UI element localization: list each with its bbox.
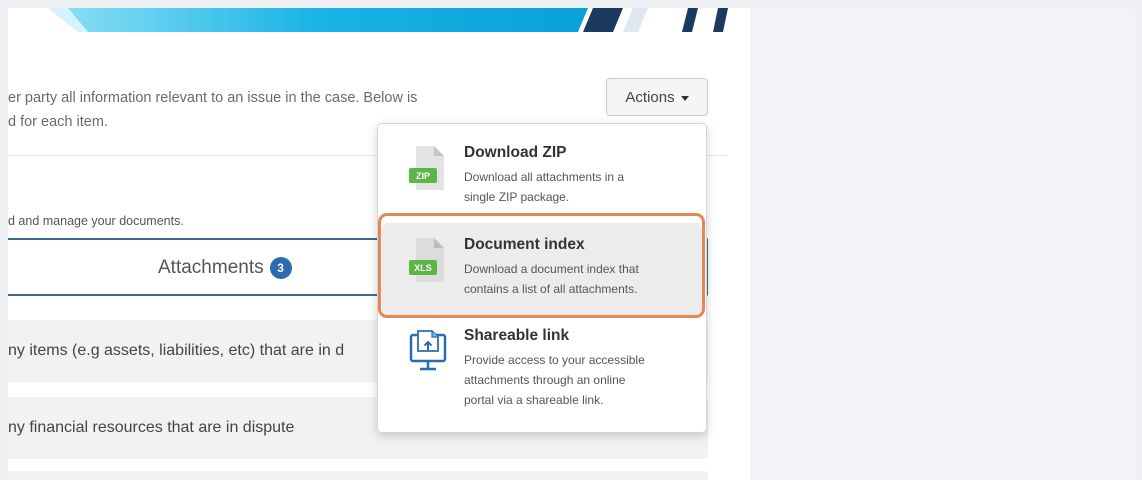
list-item-text: ny financial resources that are in dispu… [8,419,295,436]
actions-button[interactable]: Actions [606,78,708,116]
menu-item-description: Provide access to your accessible attach… [464,350,694,410]
banner-graphic [48,8,728,32]
zip-file-icon: ZIP [409,146,444,190]
tab-attachments-label: Attachments [158,257,264,278]
documents-hint: d and manage your documents. [8,214,184,228]
actions-button-label: Actions [625,88,675,106]
menu-item-text: Download ZIP Download all attachments in… [464,144,694,207]
menu-item-shareable-link[interactable]: Shareable link Provide access to your ac… [378,321,708,421]
caret-down-icon [680,95,689,101]
right-pane [750,8,1136,480]
desc-line: Download all attachments in a [464,170,625,184]
header-banner [8,8,751,32]
desc-line: portal via a shareable link. [464,393,604,407]
menu-item-description: Download all attachments in a single ZIP… [464,167,694,207]
attachments-count-badge: 3 [269,257,292,279]
menu-item-title: Shareable link [464,327,570,344]
desc-line: Provide access to your accessible [464,353,645,367]
shareable-link-icon [409,330,447,371]
desc-line: attachments through an online [464,373,626,387]
menu-item-text: Shareable link Provide access to your ac… [464,327,694,410]
list-item[interactable] [8,471,708,480]
menu-item-download-zip[interactable]: ZIP Download ZIP Download all attachment… [378,132,708,220]
menu-item-title: Download ZIP [464,144,567,161]
svg-text:ZIP: ZIP [416,171,430,181]
intro-line-1: er party all information relevant to an … [8,90,418,106]
selection-highlight [378,213,705,318]
list-item-text: ny items (e.g assets, liabilities, etc) … [8,342,345,359]
desc-line: single ZIP package. [464,190,570,204]
tab-attachments[interactable]: Attachments 3 [158,257,292,279]
